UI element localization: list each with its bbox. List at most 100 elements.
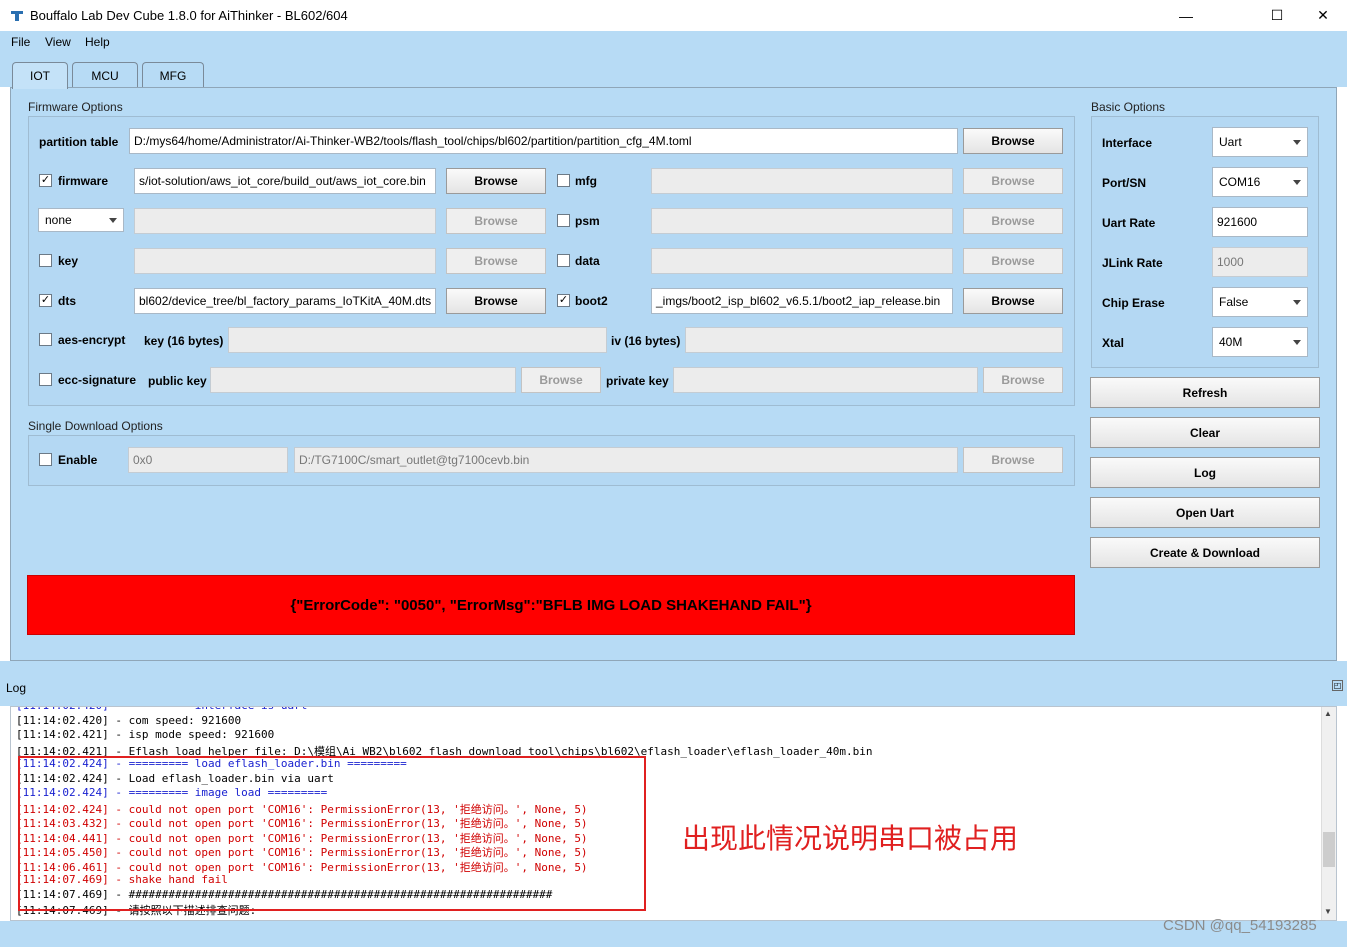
aes-encrypt-label: aes-encrypt xyxy=(58,333,126,347)
dts-browse-button[interactable]: Browse xyxy=(446,288,546,314)
public-key-input[interactable] xyxy=(210,367,516,393)
chip-erase-value: False xyxy=(1219,295,1249,309)
scroll-up-icon[interactable]: ▲ xyxy=(1324,709,1332,718)
aes-iv-label: iv (16 bytes) xyxy=(611,334,681,348)
data-browse-button[interactable]: Browse xyxy=(963,248,1063,274)
encryption-select[interactable]: none xyxy=(38,208,124,232)
dts-checkbox[interactable]: ✓ xyxy=(39,294,52,307)
private-key-input[interactable] xyxy=(673,367,978,393)
tab-iot[interactable]: IOT xyxy=(12,62,68,89)
xtal-value: 40M xyxy=(1219,335,1243,349)
partition-table-label: partition table xyxy=(39,135,119,149)
boot2-checkbox[interactable]: ✓ xyxy=(557,294,570,307)
public-key-browse-button[interactable]: Browse xyxy=(521,367,601,393)
key-browse-button[interactable]: Browse xyxy=(446,248,546,274)
boot2-label: boot2 xyxy=(575,294,608,308)
footer-bar xyxy=(0,921,1347,947)
data-label: data xyxy=(575,254,600,268)
chip-erase-select[interactable]: False xyxy=(1212,287,1308,317)
none-browse-button[interactable]: Browse xyxy=(446,208,546,234)
chevron-down-icon xyxy=(1293,179,1301,185)
data-input[interactable] xyxy=(651,248,953,274)
menu-bar: File View Help xyxy=(0,31,1347,53)
psm-browse-button[interactable]: Browse xyxy=(963,208,1063,234)
interface-value: Uart xyxy=(1219,135,1242,149)
none-input[interactable] xyxy=(134,208,436,234)
firmware-options-title: Firmware Options xyxy=(28,100,123,114)
single-file-input[interactable]: D:/TG7100C/smart_outlet@tg7100cevb.bin xyxy=(294,447,958,473)
error-status-bar: {"ErrorCode": "0050", "ErrorMsg":"BFLB I… xyxy=(27,575,1075,635)
port-select[interactable]: COM16 xyxy=(1212,167,1308,197)
partition-table-input[interactable]: D:/mys64/home/Administrator/Ai-Thinker-W… xyxy=(129,128,958,154)
chip-erase-label: Chip Erase xyxy=(1102,296,1165,310)
maximize-button[interactable]: ☐ xyxy=(1254,0,1300,31)
mfg-checkbox[interactable] xyxy=(557,174,570,187)
xtal-label: Xtal xyxy=(1102,336,1125,350)
aes-iv-input[interactable] xyxy=(685,327,1063,353)
clear-button[interactable]: Clear xyxy=(1090,417,1320,448)
annotation-text: 出现此情况说明串口被占用 xyxy=(682,822,1019,855)
firmware-input[interactable]: s/iot-solution/aws_iot_core/build_out/aw… xyxy=(134,168,436,194)
psm-input[interactable] xyxy=(651,208,953,234)
uart-rate-label: Uart Rate xyxy=(1102,216,1156,230)
aes-key-input[interactable] xyxy=(228,327,607,353)
single-download-title: Single Download Options xyxy=(28,419,163,433)
partition-browse-button[interactable]: Browse xyxy=(963,128,1063,154)
xtal-select[interactable]: 40M xyxy=(1212,327,1308,357)
port-value: COM16 xyxy=(1219,175,1261,189)
boot2-input[interactable]: _imgs/boot2_isp_bl602_v6.5.1/boot2_iap_r… xyxy=(651,288,953,314)
private-key-browse-button[interactable]: Browse xyxy=(983,367,1063,393)
splitter-handle[interactable] xyxy=(0,661,1347,679)
mfg-browse-button[interactable]: Browse xyxy=(963,168,1063,194)
firmware-checkbox[interactable]: ✓ xyxy=(39,174,52,187)
scroll-thumb[interactable] xyxy=(1323,832,1335,867)
chevron-down-icon xyxy=(109,217,117,223)
tab-mfg[interactable]: MFG xyxy=(142,62,204,88)
interface-label: Interface xyxy=(1102,136,1153,150)
psm-label: psm xyxy=(575,214,600,228)
chevron-down-icon xyxy=(1293,139,1301,145)
menu-help[interactable]: Help xyxy=(85,33,110,51)
minimize-button[interactable]: — xyxy=(1163,0,1209,31)
float-icon[interactable]: ◰ xyxy=(1332,680,1343,691)
dts-input[interactable]: bl602/device_tree/bl_factory_params_IoTK… xyxy=(134,288,436,314)
log-line: [11:14:02.421] - isp mode speed: 921600 xyxy=(16,728,275,741)
app-icon xyxy=(11,11,23,21)
menu-file[interactable]: File xyxy=(11,33,30,51)
single-browse-button[interactable]: Browse xyxy=(963,447,1063,473)
create-download-button[interactable]: Create & Download xyxy=(1090,537,1320,568)
mfg-label: mfg xyxy=(575,174,597,188)
mfg-input[interactable] xyxy=(651,168,953,194)
log-scrollbar[interactable]: ▲ ▼ xyxy=(1321,707,1336,920)
refresh-button[interactable]: Refresh xyxy=(1090,377,1320,408)
data-checkbox[interactable] xyxy=(557,254,570,267)
annotation-highlight-box xyxy=(18,756,646,911)
close-button[interactable]: ✕ xyxy=(1300,0,1346,31)
enable-checkbox[interactable] xyxy=(39,453,52,466)
aes-key-label: key (16 bytes) xyxy=(144,334,224,348)
uart-rate-input[interactable]: 921600 xyxy=(1212,207,1308,237)
interface-select[interactable]: Uart xyxy=(1212,127,1308,157)
tab-mcu[interactable]: MCU xyxy=(72,62,138,88)
menu-view[interactable]: View xyxy=(45,33,71,51)
key-input[interactable] xyxy=(134,248,436,274)
aes-encrypt-checkbox[interactable] xyxy=(39,333,52,346)
ecc-signature-checkbox[interactable] xyxy=(39,373,52,386)
public-key-label: public key xyxy=(148,374,207,388)
jlink-rate-input[interactable]: 1000 xyxy=(1212,247,1308,277)
firmware-label: firmware xyxy=(58,174,109,188)
private-key-label: private key xyxy=(606,374,669,388)
firmware-browse-button[interactable]: Browse xyxy=(446,168,546,194)
window-title: Bouffalo Lab Dev Cube 1.8.0 for AiThinke… xyxy=(30,8,348,23)
address-input[interactable]: 0x0 xyxy=(128,447,288,473)
key-checkbox[interactable] xyxy=(39,254,52,267)
boot2-browse-button[interactable]: Browse xyxy=(963,288,1063,314)
dts-label: dts xyxy=(58,294,76,308)
log-title: Log xyxy=(6,681,27,695)
log-line: [11:14:02.420] - ========= interface is … xyxy=(16,707,374,712)
psm-checkbox[interactable] xyxy=(557,214,570,227)
scroll-down-icon[interactable]: ▼ xyxy=(1324,907,1332,916)
log-line: [11:14:02.420] - com speed: 921600 xyxy=(16,713,242,727)
open-uart-button[interactable]: Open Uart xyxy=(1090,497,1320,528)
log-button[interactable]: Log xyxy=(1090,457,1320,488)
